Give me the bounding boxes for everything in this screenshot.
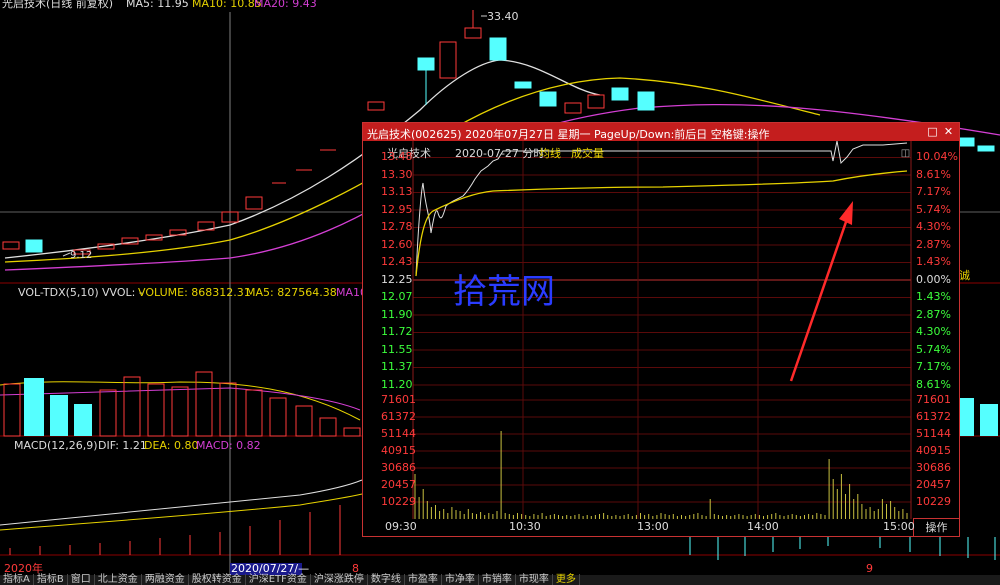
vvol-label: VVOL: -	[102, 286, 143, 299]
volume-tick-right: 10229	[916, 495, 951, 508]
macd-indicator-label[interactable]: MACD(12,26,9)	[14, 440, 98, 451]
price-tick: 13.13	[381, 185, 413, 198]
time-tick: 13:00	[637, 520, 669, 533]
chart-title: 光启技术(日线 前复权)	[2, 0, 114, 10]
bottom-tab[interactable]: 北上资金	[95, 574, 142, 585]
ma10-label: MA10: 10.85	[192, 0, 262, 10]
ma20-label: MA20: 9.43	[254, 0, 317, 10]
maximize-icon[interactable]: □	[926, 125, 939, 138]
percent-tick: 8.61%	[916, 167, 951, 181]
volume-tick: 71601	[381, 393, 416, 406]
vol-ma5-label: MA5: 827564.38	[246, 286, 337, 299]
bottom-tab[interactable]: 市净率	[442, 574, 479, 585]
percent-tick: 10.04%	[916, 150, 958, 163]
intraday-popup-window[interactable]: 光启技术(002625) 2020年07月27日 星期一 PageUp/Down…	[362, 122, 960, 537]
time-tick: 10:30	[509, 520, 541, 533]
popup-scroll-icon[interactable]: ◫	[899, 147, 912, 160]
month-9-label: 9	[866, 562, 873, 575]
dif-label: DIF: 1.21	[98, 439, 147, 452]
percent-tick: 0.00%	[916, 272, 951, 286]
low-price-label: 9.12	[70, 250, 93, 261]
volume-tick: 51144	[381, 427, 416, 440]
percent-tick: 2.87%	[916, 237, 951, 251]
price-tick: 12.60	[381, 237, 413, 251]
dea-label: DEA: 0.80	[144, 439, 199, 452]
bottom-tab[interactable]: 市销率	[479, 574, 516, 585]
deal-volume-label: 成交量	[571, 147, 604, 160]
time-tick: 14:00	[747, 520, 779, 533]
percent-tick: 8.61%	[916, 377, 951, 391]
bottom-tab[interactable]: 市盈率	[405, 574, 442, 585]
cursor-date-label: 2020/07/27/—	[231, 562, 310, 575]
price-tick: 12.25	[381, 272, 413, 286]
popup-title: 光启技术(002625) 2020年07月27日 星期一 PageUp/Down…	[367, 128, 770, 141]
price-tick: 12.43	[381, 255, 413, 268]
popup-titlebar[interactable]: 光启技术(002625) 2020年07月27日 星期一 PageUp/Down…	[363, 123, 959, 141]
percent-tick: 5.74%	[916, 202, 951, 216]
operate-button[interactable]: 操作	[913, 518, 959, 536]
bottom-tab[interactable]: 两融资金	[142, 574, 189, 585]
price-tick: 12.78	[381, 220, 413, 233]
vol-indicator-label[interactable]: VOL-TDX(5,10)	[18, 287, 99, 298]
price-tick: 12.95	[381, 202, 413, 216]
side-label: 诚	[959, 269, 970, 282]
volume-tick: 40915	[381, 444, 416, 457]
bottom-tab[interactable]: 指标B	[34, 574, 68, 585]
volume-label: VOLUME: 868312.31	[138, 286, 251, 299]
percent-tick: 1.43%	[916, 290, 951, 303]
bottom-tab[interactable]: 指标A	[0, 574, 34, 585]
price-tick: 11.37	[381, 360, 413, 373]
price-tick: 11.90	[381, 307, 413, 321]
bottom-tab[interactable]: 沪深涨跌停	[311, 574, 368, 585]
intraday-date-label: 2020-07-27 分时	[455, 147, 545, 160]
price-tick: 12.07	[381, 290, 413, 303]
ma5-label: MA5: 11.95	[126, 0, 189, 10]
volume-tick-right: 51144	[916, 427, 951, 440]
price-tick: 13.48	[381, 150, 413, 163]
avg-line-label: 均线	[539, 147, 561, 160]
close-icon[interactable]: ✕	[942, 125, 955, 138]
macd-value-label: MACD: 0.82	[196, 439, 261, 452]
percent-tick: 7.17%	[916, 185, 951, 198]
time-tick: 15:00	[883, 520, 915, 533]
volume-tick: 61372	[381, 410, 416, 423]
volume-tick-right: 61372	[916, 410, 951, 423]
bottom-tab[interactable]: 窗口	[68, 574, 95, 585]
volume-tick: 20457	[381, 478, 416, 491]
intraday-chart[interactable]	[363, 141, 959, 537]
volume-tick-right: 71601	[916, 393, 951, 406]
indicator-tab-bar: 指标A 指标B 窗口 北上资金 两融资金 股权转资金 沪深ETF资金 沪深涨跌停 数字线 市盈率市…	[0, 574, 1000, 585]
volume-tick: 30686	[381, 461, 416, 474]
percent-tick: 1.43%	[916, 255, 951, 268]
price-tick: 13.30	[381, 167, 413, 181]
volume-tick-right: 30686	[916, 461, 951, 474]
year-label: 2020年	[4, 562, 43, 575]
bottom-tab[interactable]: 数字线	[368, 574, 405, 585]
month-8-label: 8	[352, 562, 359, 575]
percent-tick: 7.17%	[916, 360, 951, 373]
percent-tick: 4.30%	[916, 325, 951, 338]
volume-tick-right: 20457	[916, 478, 951, 491]
percent-tick: 4.30%	[916, 220, 951, 233]
percent-tick: 5.74%	[916, 342, 951, 356]
price-tick: 11.72	[381, 325, 413, 338]
price-tick: 11.55	[381, 342, 413, 356]
watermark: 拾荒网	[453, 272, 555, 312]
volume-tick-right: 40915	[916, 444, 951, 457]
bottom-tab[interactable]: 更多	[553, 574, 580, 585]
time-tick: 09:30	[385, 520, 417, 533]
percent-tick: 2.87%	[916, 307, 951, 321]
high-price-label: 33.40	[487, 10, 519, 23]
price-tick: 11.20	[381, 377, 413, 391]
volume-tick: 10229	[381, 495, 416, 508]
bottom-tab[interactable]: 市现率	[516, 574, 553, 585]
bottom-tab[interactable]: 沪深ETF资金	[246, 574, 311, 585]
bottom-tab[interactable]: 股权转资金	[189, 574, 246, 585]
